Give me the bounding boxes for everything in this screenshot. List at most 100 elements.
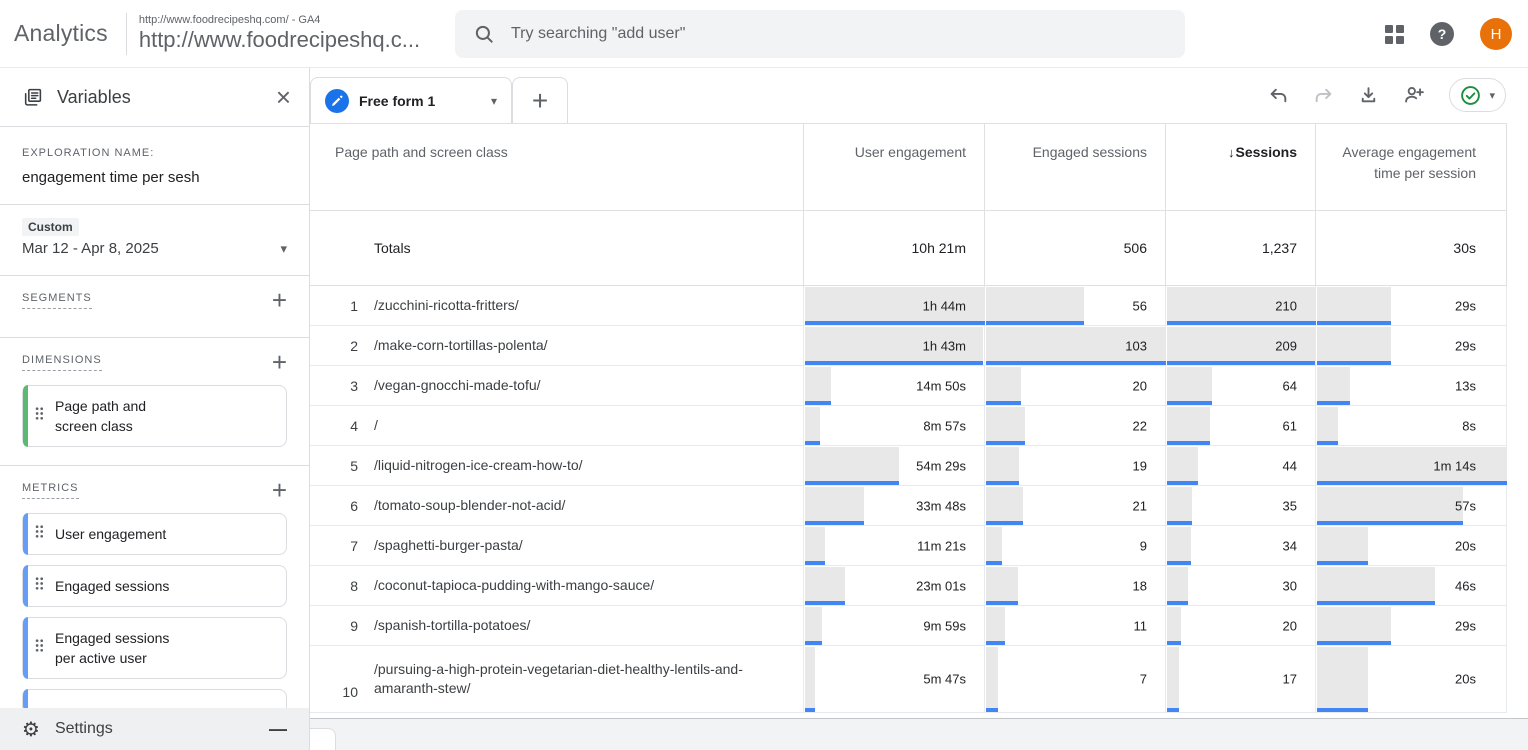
table-row[interactable]: 4/8m 57s22618s bbox=[310, 406, 1507, 446]
tab-caret-icon[interactable]: ▾ bbox=[491, 94, 497, 108]
minimize-icon[interactable]: — bbox=[269, 719, 287, 740]
gear-icon: ⚙ bbox=[22, 717, 40, 742]
column-header-avg-engagement[interactable]: Average engagement time per session bbox=[1316, 124, 1507, 211]
value-bar bbox=[1167, 447, 1198, 481]
metric-chip[interactable]: Engaged sessions bbox=[22, 565, 287, 607]
drag-handle-icon[interactable] bbox=[35, 525, 44, 544]
drag-handle-icon[interactable] bbox=[35, 577, 44, 596]
page-path-cell: 8/coconut-tapioca-pudding-with-mango-sau… bbox=[310, 566, 804, 606]
value-bar bbox=[805, 487, 864, 521]
metric-value: 11m 21s bbox=[917, 538, 966, 553]
table-row[interactable]: 7/spaghetti-burger-pasta/11m 21s93420s bbox=[310, 526, 1507, 566]
metric-chip[interactable]: User engagement bbox=[22, 513, 287, 555]
table-row[interactable]: 9/spanish-tortilla-potatoes/9m 59s112029… bbox=[310, 606, 1507, 646]
value-bar bbox=[1317, 647, 1368, 708]
exploration-name-value[interactable]: engagement time per sesh bbox=[22, 169, 287, 186]
metric-cell: 17 bbox=[1166, 646, 1316, 713]
value-bar bbox=[1317, 447, 1507, 481]
property-selector[interactable]: http://www.foodrecipeshq.com/ - GA4 http… bbox=[139, 14, 420, 53]
date-range-section[interactable]: Custom Mar 12 - Apr 8, 2025 ▾ bbox=[0, 205, 309, 276]
help-icon[interactable]: ? bbox=[1430, 22, 1454, 46]
chip-label: Engaged sessions per active user bbox=[55, 628, 173, 668]
metric-value: 7 bbox=[1140, 672, 1147, 687]
download-icon[interactable] bbox=[1358, 85, 1379, 106]
drag-handle-icon[interactable] bbox=[35, 407, 44, 426]
table-row[interactable]: 8/coconut-tapioca-pudding-with-mango-sau… bbox=[310, 566, 1507, 606]
metric-cell: 11 bbox=[985, 606, 1166, 646]
metric-value: 210 bbox=[1275, 298, 1297, 313]
settings-bar[interactable]: ⚙ Settings — bbox=[0, 708, 309, 750]
undo-button[interactable] bbox=[1268, 85, 1289, 106]
add-segment-button[interactable]: + bbox=[272, 292, 287, 308]
add-metric-button[interactable]: + bbox=[272, 482, 287, 498]
metric-chip[interactable]: Engaged sessions per active user bbox=[22, 617, 287, 679]
value-bar-underline bbox=[1167, 441, 1210, 445]
search-bar[interactable]: Try searching "add user" bbox=[455, 10, 1185, 58]
value-bar-underline bbox=[1317, 361, 1391, 365]
totals-label: Totals bbox=[310, 211, 804, 286]
metric-cell: 19 bbox=[985, 446, 1166, 486]
metric-value: 64 bbox=[1283, 378, 1297, 393]
date-range-value: Mar 12 - Apr 8, 2025 bbox=[22, 240, 287, 257]
metric-cell: 22 bbox=[985, 406, 1166, 446]
sort-arrow-icon: ↓ bbox=[1228, 145, 1235, 160]
value-bar-underline bbox=[805, 561, 825, 565]
chip-accent-bar bbox=[23, 385, 28, 447]
add-dimension-button[interactable]: + bbox=[272, 354, 287, 370]
value-bar bbox=[805, 647, 815, 708]
dimension-chip[interactable]: Page path and screen class bbox=[22, 385, 287, 447]
column-header-page-path[interactable]: Page path and screen class bbox=[310, 124, 804, 211]
chip-label: Page path and screen class bbox=[55, 396, 173, 436]
status-check-dropdown[interactable]: ▾ bbox=[1449, 78, 1506, 112]
table-row[interactable]: 10/pursuing-a-high-protein-vegetarian-di… bbox=[310, 646, 1507, 713]
value-bar-underline bbox=[1167, 401, 1212, 405]
tab-free-form-1[interactable]: Free form 1 ▾ bbox=[310, 77, 512, 123]
table-row[interactable]: 3/vegan-gnocchi-made-tofu/14m 50s206413s bbox=[310, 366, 1507, 406]
row-number: 2 bbox=[310, 338, 358, 354]
metric-cell: 1m 14s bbox=[1316, 446, 1507, 486]
value-bar-underline bbox=[986, 521, 1023, 525]
exploration-name-section[interactable]: EXPLORATION NAME: engagement time per se… bbox=[0, 127, 309, 205]
table-row[interactable]: 1/zucchini-ricotta-fritters/1h 44m562102… bbox=[310, 286, 1507, 326]
table-row[interactable]: 2/make-corn-tortillas-polenta/1h 43m1032… bbox=[310, 326, 1507, 366]
share-add-user-icon[interactable] bbox=[1403, 84, 1425, 106]
row-number: 5 bbox=[310, 458, 358, 474]
drag-handle-icon[interactable] bbox=[35, 639, 44, 658]
apps-grid-icon[interactable] bbox=[1385, 25, 1404, 44]
metric-cell: 64 bbox=[1166, 366, 1316, 406]
chevron-down-icon[interactable]: ▾ bbox=[280, 241, 287, 257]
metric-cell: 7 bbox=[985, 646, 1166, 713]
value-bar-underline bbox=[1167, 481, 1198, 485]
analytics-logo[interactable]: Analytics bbox=[0, 20, 126, 47]
metric-cell: 35 bbox=[1166, 486, 1316, 526]
chevron-down-icon: ▾ bbox=[1489, 89, 1495, 102]
page-path: /make-corn-tortillas-polenta/ bbox=[374, 336, 548, 355]
totals-sessions: 1,237 bbox=[1166, 211, 1316, 286]
value-bar bbox=[1317, 407, 1338, 441]
page-path: /spaghetti-burger-pasta/ bbox=[374, 536, 523, 555]
metric-chip-partial[interactable] bbox=[22, 689, 287, 710]
value-bar-underline bbox=[805, 521, 864, 525]
metric-cell: 20s bbox=[1316, 646, 1507, 713]
value-bar-underline bbox=[1317, 441, 1338, 445]
exploration-canvas: Free form 1 ▾ + bbox=[310, 68, 1528, 750]
page-path-cell: 9/spanish-tortilla-potatoes/ bbox=[310, 606, 804, 646]
metric-value: 57s bbox=[1455, 498, 1476, 513]
header-actions: ? H bbox=[1385, 0, 1512, 68]
property-path: http://www.foodrecipeshq.com/ - GA4 bbox=[139, 14, 420, 26]
avatar[interactable]: H bbox=[1480, 18, 1512, 50]
totals-user-engagement: 10h 21m bbox=[804, 211, 985, 286]
column-header-engaged-sessions[interactable]: Engaged sessions bbox=[985, 124, 1166, 211]
row-number: 10 bbox=[310, 684, 358, 712]
table-row[interactable]: 6/tomato-soup-blender-not-acid/33m 48s21… bbox=[310, 486, 1507, 526]
value-bar-underline bbox=[1317, 321, 1391, 325]
column-header-sessions[interactable]: ↓Sessions bbox=[1166, 124, 1316, 211]
close-icon[interactable]: × bbox=[276, 87, 291, 107]
table-row[interactable]: 5/liquid-nitrogen-ice-cream-how-to/54m 2… bbox=[310, 446, 1507, 486]
redo-button[interactable] bbox=[1313, 85, 1334, 106]
add-tab-button[interactable]: + bbox=[512, 77, 568, 123]
value-bar bbox=[1167, 407, 1210, 441]
value-bar bbox=[1317, 327, 1391, 361]
metric-value: 56 bbox=[1133, 298, 1147, 313]
column-header-user-engagement[interactable]: User engagement bbox=[804, 124, 985, 211]
